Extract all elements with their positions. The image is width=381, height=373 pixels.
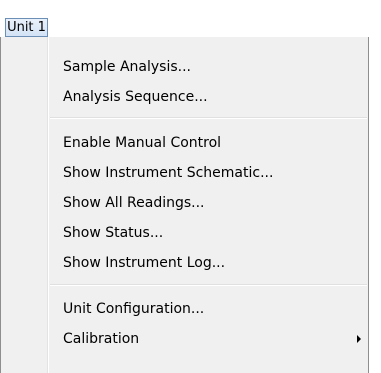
menu-item-calibration[interactable]: Calibration: [2, 324, 368, 354]
menu-item-label: Sample Analysis...: [63, 59, 191, 75]
menu-unit-1-label: Unit 1: [7, 20, 46, 35]
menu-separator: [50, 284, 367, 286]
menu-item-label: Show Instrument Schematic...: [63, 165, 274, 181]
menu-item-label: Enable Manual Control: [63, 135, 222, 151]
menu-item-enable-manual-control[interactable]: Enable Manual Control: [2, 128, 368, 158]
menu-item-label: Analysis Sequence...: [63, 89, 208, 105]
menu-item-analysis-sequence[interactable]: Analysis Sequence...: [2, 82, 368, 112]
menu-item-label: Calibration: [63, 331, 140, 347]
menu-item-label: Show All Readings...: [63, 195, 205, 211]
menu-item-label: Show Instrument Log...: [63, 255, 226, 271]
menu-item-show-instrument-log[interactable]: Show Instrument Log...: [2, 248, 368, 278]
submenu-arrow-icon: [357, 335, 361, 343]
menu-screenshot: Unit 1 Sample Analysis... Analysis Seque…: [0, 0, 381, 373]
menu-item-unit-configuration[interactable]: Unit Configuration...: [2, 294, 368, 324]
menu-item-sample-analysis[interactable]: Sample Analysis...: [2, 52, 368, 82]
unit-dropdown-menu: Sample Analysis... Analysis Sequence... …: [0, 37, 369, 373]
menu-unit-1[interactable]: Unit 1: [5, 18, 48, 37]
menu-separator: [50, 117, 367, 119]
menu-item-label: Show Status...: [63, 225, 164, 241]
menu-item-show-instrument-schematic[interactable]: Show Instrument Schematic...: [2, 158, 368, 188]
menu-item-show-status[interactable]: Show Status...: [2, 218, 368, 248]
menu-item-label: Unit Configuration...: [63, 301, 205, 317]
menu-item-show-all-readings[interactable]: Show All Readings...: [2, 188, 368, 218]
